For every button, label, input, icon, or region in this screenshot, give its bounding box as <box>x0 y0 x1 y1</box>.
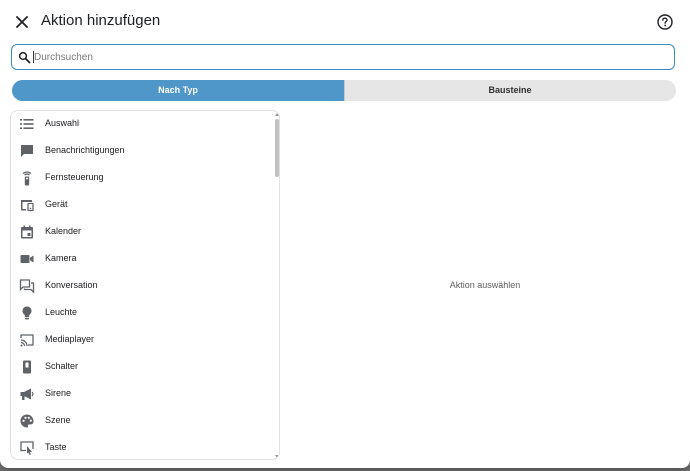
search-field <box>11 44 675 70</box>
tab-by-type[interactable]: Nach Typ <box>12 80 344 101</box>
camera-icon <box>19 251 35 267</box>
list-item-konversation[interactable]: Konversation <box>11 273 273 299</box>
list-item-label: Sirene <box>45 388 72 398</box>
list-item-auswahl[interactable]: Auswahl <box>11 111 273 137</box>
text-cursor <box>33 51 34 63</box>
list-item-geraet[interactable]: Gerät <box>11 192 273 218</box>
list-item-label: Szene <box>45 415 71 425</box>
list-item-label: Taste <box>45 442 67 452</box>
message-icon <box>19 143 35 159</box>
forum-icon <box>19 278 35 294</box>
list-item-label: Benachrichtigungen <box>45 145 125 155</box>
list-scrollbar[interactable] <box>275 113 279 458</box>
scroll-up-arrow-icon[interactable] <box>275 113 279 116</box>
list-item-schalter[interactable]: Schalter <box>11 354 273 380</box>
close-icon[interactable] <box>12 12 32 32</box>
list-item-mediaplayer[interactable]: Mediaplayer <box>11 327 273 353</box>
search-input[interactable] <box>34 48 654 66</box>
list-item-label: Mediaplayer <box>45 334 95 344</box>
switch-icon <box>19 359 35 375</box>
tab-building-blocks[interactable]: Bausteine <box>344 80 676 101</box>
list-item-label: Kalender <box>45 226 82 236</box>
lightbulb-icon <box>19 305 35 321</box>
calendar-icon <box>19 224 35 240</box>
list-item-benachrichtigungen[interactable]: Benachrichtigungen <box>11 138 273 164</box>
list-item-fernsteuerung[interactable]: Fernsteuerung <box>11 165 273 191</box>
list-item-label: Kamera <box>45 253 77 263</box>
list-item-kalender[interactable]: Kalender <box>11 219 273 245</box>
gesture-tap-button-icon <box>19 440 35 456</box>
scrollbar-thumb[interactable] <box>275 119 279 177</box>
list-item-label: Leuchte <box>45 307 78 317</box>
action-type-list[interactable]: Auswahl Benachrichtigungen Fernsteuerung… <box>10 110 280 460</box>
palette-icon <box>19 413 35 429</box>
add-action-dialog: Aktion hinzufügen Nach Typ Bausteine Aus… <box>0 0 690 468</box>
list-item-label: Fernsteuerung <box>45 172 104 182</box>
list-item-label: Schalter <box>45 361 79 371</box>
list-item-szene[interactable]: Szene <box>11 408 273 434</box>
action-detail-pane: Aktion auswählen <box>280 110 690 460</box>
list-item-kamera[interactable]: Kamera <box>11 246 273 272</box>
tab-bar: Nach Typ Bausteine <box>12 80 676 101</box>
dialog-header: Aktion hinzufügen <box>0 0 690 44</box>
bullhorn-icon <box>19 386 35 402</box>
dialog-title: Aktion hinzufügen <box>41 12 161 29</box>
list-item-leuchte[interactable]: Leuchte <box>11 300 273 326</box>
scroll-down-arrow-icon[interactable] <box>275 455 279 458</box>
search-icon <box>18 51 31 64</box>
list-item-taste[interactable]: Taste <box>11 435 273 459</box>
empty-selection-message: Aktion auswählen <box>449 280 521 290</box>
cast-icon <box>19 332 35 348</box>
list-item-sirene[interactable]: Sirene <box>11 381 273 407</box>
list-item-label: Konversation <box>45 280 98 290</box>
remote-icon <box>19 170 35 186</box>
list-item-label: Gerät <box>45 199 68 209</box>
devices-icon <box>19 197 35 213</box>
help-circle-icon[interactable] <box>656 13 674 31</box>
list-icon <box>19 116 35 132</box>
list-item-label: Auswahl <box>45 118 80 128</box>
